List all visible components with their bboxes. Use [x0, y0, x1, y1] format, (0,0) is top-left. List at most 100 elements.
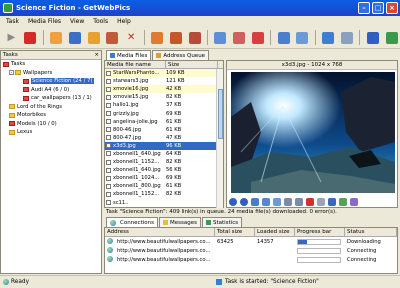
file-row[interactable]: sc11.. [105, 199, 223, 207]
file-row[interactable]: xbonnell1_640.jpg 56 KB [105, 166, 223, 174]
file-checkbox[interactable] [106, 102, 111, 108]
fit-icon[interactable] [251, 197, 259, 206]
file-list-scrollbar[interactable] [216, 69, 223, 208]
settings-button[interactable] [339, 29, 356, 46]
file-checkbox[interactable] [106, 175, 111, 181]
exit-button[interactable] [383, 29, 400, 46]
file-row[interactable]: 800-46.jpg 61 KB [105, 126, 223, 134]
tree-item-lexus[interactable]: Lexus [1, 128, 101, 137]
file-checkbox[interactable] [106, 119, 111, 125]
file-checkbox[interactable] [106, 111, 111, 117]
column-header-loaded-size[interactable]: Loaded size [255, 228, 295, 236]
menu-view[interactable]: View [70, 18, 84, 25]
file-row[interactable]: xmovie15.jpg 82 KB [105, 93, 223, 101]
delete-image-icon[interactable] [306, 197, 314, 206]
file-row[interactable]: hallo1.jpg 37 KB [105, 101, 223, 109]
zoom-in-icon[interactable] [284, 197, 292, 206]
close-button[interactable]: × [386, 2, 398, 14]
panel-close-icon[interactable]: × [94, 52, 99, 58]
view-list-button[interactable] [294, 29, 311, 46]
file-checkbox[interactable] [106, 200, 111, 206]
file-row[interactable]: xbonnell1_1024... 69 KB [105, 174, 223, 182]
delete-button[interactable]: ✕ [123, 29, 140, 46]
tree-item-models[interactable]: Models (10 / 0) [1, 120, 101, 129]
file-row[interactable]: xmovie16.jpg 42 KB [105, 85, 223, 94]
file-checkbox[interactable] [106, 70, 111, 76]
wallpaper-icon[interactable] [339, 197, 347, 206]
connection-row[interactable]: http://www.beautifulwallpapers.co... Conn… [105, 246, 397, 255]
file-checkbox[interactable] [106, 151, 111, 157]
file-checkbox[interactable] [106, 159, 111, 165]
file-row[interactable]: StarWarsPhanto... 109 KB [105, 69, 223, 78]
file-checkbox[interactable] [106, 183, 111, 189]
collapse-icon[interactable]: - [9, 70, 14, 76]
file-row[interactable]: xbonnell1_800.jpg 61 KB [105, 182, 223, 190]
file-row[interactable]: angelina-jolie.jpg 61 KB [105, 118, 223, 126]
download-button[interactable] [149, 29, 166, 46]
download-stop-button[interactable] [186, 29, 203, 46]
open-button[interactable] [85, 29, 102, 46]
tree-item-car-wallpapers[interactable]: car_wallpapers (13 / 1) [1, 94, 101, 103]
file-row[interactable]: xbonnell1_1152... 82 KB [105, 158, 223, 166]
play-button[interactable]: ▶ [3, 29, 20, 46]
file-checkbox[interactable] [106, 86, 111, 92]
connection-row[interactable]: http://www.beautifulwallpapers.co... 6342… [105, 237, 397, 246]
column-header-size[interactable]: Size [166, 61, 218, 68]
tree-item-wallpapers[interactable]: - Wallpapers [1, 69, 101, 78]
tab-media-files[interactable]: Media Files [106, 50, 152, 60]
save-button[interactable] [66, 29, 83, 46]
new-task-button[interactable] [48, 29, 65, 46]
file-checkbox[interactable] [106, 167, 111, 173]
tab-statistics[interactable]: Statistics [201, 217, 243, 227]
copy-icon[interactable] [317, 197, 325, 206]
menu-tools[interactable]: Tools [93, 18, 108, 25]
rotate-icon[interactable] [273, 197, 281, 206]
file-row[interactable]: x3d3.jpg 96 KB [105, 141, 223, 150]
file-row[interactable]: grizzly.jpg 69 KB [105, 109, 223, 117]
export-button[interactable] [320, 29, 337, 46]
column-header-progress[interactable]: Progress bar [295, 228, 345, 236]
image-delete-button[interactable] [231, 29, 248, 46]
grid-view-button[interactable] [275, 29, 292, 46]
tab-messages[interactable]: Messages [159, 217, 201, 227]
properties-button[interactable] [104, 29, 121, 46]
save-image-icon[interactable] [328, 197, 336, 206]
tree-item-tasks[interactable]: Tasks [1, 60, 101, 69]
menu-task[interactable]: Task [6, 18, 19, 25]
file-row[interactable]: xbonnell1_1152... 82 KB [105, 190, 223, 198]
tab-connections[interactable]: Connections [106, 217, 158, 227]
tab-address-queue[interactable]: Address Queue [152, 50, 210, 60]
minimize-button[interactable]: – [358, 2, 370, 14]
next-icon[interactable] [240, 197, 248, 206]
column-header-total-size[interactable]: Total size [215, 228, 255, 236]
column-header-address[interactable]: Address [105, 228, 215, 236]
scrollbar-thumb[interactable] [218, 89, 223, 139]
file-checkbox[interactable] [106, 191, 111, 197]
column-header-name[interactable]: Media file name [105, 61, 166, 68]
tree-item-audi-a4[interactable]: Audi A4 (6 / 0) [1, 86, 101, 95]
tree-item-lord-of-the-rings[interactable]: Lord of the Rings [1, 103, 101, 112]
tree-item-science-fiction[interactable]: Science Fiction (24 / 7) [1, 77, 101, 86]
file-checkbox[interactable] [106, 94, 111, 100]
column-header-status[interactable]: Status [345, 228, 397, 236]
file-checkbox[interactable] [106, 78, 111, 84]
file-row[interactable]: starwars3.jpg 121 KB [105, 77, 223, 85]
download-all-button[interactable] [167, 29, 184, 46]
file-row[interactable]: 800-47.jpg 47 KB [105, 134, 223, 142]
tree-item-motorbikes[interactable]: Motorbikes [1, 111, 101, 120]
menu-media-files[interactable]: Media Files [28, 18, 61, 25]
actual-size-icon[interactable] [262, 197, 270, 206]
file-checkbox[interactable] [106, 127, 111, 133]
file-row[interactable]: xbonnell1_640.jpg 64 KB [105, 150, 223, 158]
file-checkbox[interactable] [106, 135, 111, 141]
file-checkbox[interactable] [106, 143, 111, 149]
properties-icon[interactable] [350, 197, 358, 206]
maximize-button[interactable]: □ [372, 2, 384, 14]
connection-row[interactable]: http://www.beautifulwallpapers.co... Conn… [105, 255, 397, 264]
menu-help[interactable]: Help [117, 18, 131, 25]
help-button[interactable] [364, 29, 381, 46]
image-button[interactable] [212, 29, 229, 46]
zoom-out-icon[interactable] [295, 197, 303, 206]
image-remove-button[interactable] [250, 29, 267, 46]
previous-icon[interactable] [229, 197, 237, 206]
